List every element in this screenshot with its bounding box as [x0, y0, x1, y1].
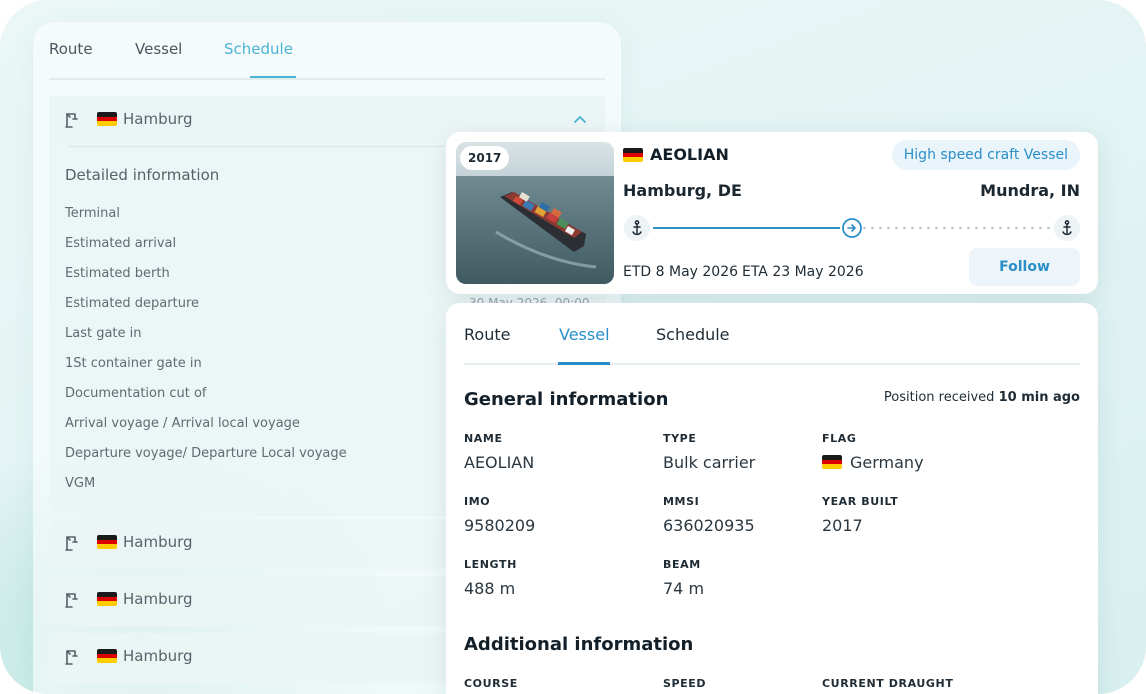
vessel-name: AEOLIAN: [650, 145, 729, 164]
field-label-type: TYPE: [663, 432, 697, 445]
field-label-current-draught: CURRENT DRAUGHT: [822, 677, 954, 690]
crane-icon: [65, 113, 78, 128]
vessel-summary-card: 2017 AEOLIAN High speed craft Vessel Ham…: [446, 132, 1098, 294]
field-value-type: Bulk carrier: [663, 453, 756, 472]
field-label-beam: BEAM: [663, 558, 701, 571]
tab-route[interactable]: Route: [49, 40, 93, 58]
detail-row: Documentation cut of: [65, 386, 207, 401]
detail-row: Departure voyage/ Departure Local voyage: [65, 446, 347, 461]
route-progress: [623, 214, 1081, 242]
crane-icon: [65, 650, 78, 665]
field-value-mmsi: 636020935: [663, 516, 755, 535]
destination-port: Mundra, IN: [980, 181, 1080, 200]
vessel-photo: 2017: [456, 142, 614, 284]
field-label-name: NAME: [464, 432, 503, 445]
field-value-imo: 9580209: [464, 516, 536, 535]
port-name: Hamburg: [123, 533, 193, 551]
arrow-right-circle-icon: [842, 218, 862, 238]
field-label-course: COURSE: [464, 677, 518, 690]
field-value-year-built: 2017: [822, 516, 863, 535]
eta-date: ETA 23 May 2026: [742, 264, 864, 280]
crane-icon: [65, 536, 78, 551]
detail-row: Terminal: [65, 206, 120, 221]
detail-row: Last gate in: [65, 326, 142, 341]
germany-flag-icon: [623, 148, 643, 162]
vessel-details-panel: Route Vessel Schedule General informatio…: [446, 303, 1098, 694]
field-label-flag: FLAG: [822, 432, 857, 445]
port-name: Hamburg: [123, 110, 193, 128]
year-badge: 2017: [460, 146, 510, 170]
field-label-speed: SPEED: [663, 677, 707, 690]
port-name: Hamburg: [123, 590, 193, 608]
germany-flag-icon: [822, 455, 842, 469]
field-label-mmsi: MMSI: [663, 495, 700, 508]
general-info-title: General information: [464, 389, 669, 410]
field-value-name: AEOLIAN: [464, 453, 535, 472]
etd-date: ETD 8 May 2026: [623, 264, 739, 280]
detail-row: Estimated departure: [65, 296, 200, 311]
origin-port: Hamburg, DE: [623, 181, 742, 200]
field-label-imo: IMO: [464, 495, 491, 508]
detail-row: VGM: [65, 476, 96, 491]
detail-row: 1St container gate in: [65, 356, 202, 371]
germany-flag-icon: [97, 649, 117, 663]
port-name: Hamburg: [123, 647, 193, 665]
details-tabs: Route Vessel Schedule: [464, 303, 1080, 365]
chevron-up-icon[interactable]: [573, 114, 587, 124]
crane-icon: [65, 593, 78, 608]
germany-flag-icon: [97, 112, 117, 126]
field-value-beam: 74 m: [663, 579, 705, 598]
detail-title: Detailed information: [65, 166, 220, 184]
tab-vessel[interactable]: Vessel: [135, 40, 182, 58]
position-received: Position received 10 min ago: [883, 390, 1080, 405]
tab-active-indicator: [558, 362, 610, 365]
tab-route[interactable]: Route: [464, 325, 510, 344]
tab-schedule[interactable]: Schedule: [224, 40, 293, 58]
germany-flag-icon: [97, 535, 117, 549]
field-label-length: LENGTH: [464, 558, 517, 571]
additional-info-title: Additional information: [464, 634, 694, 655]
field-label-year-built: YEAR BUILT: [822, 495, 899, 508]
detail-row: Estimated berth: [65, 266, 170, 281]
tab-vessel[interactable]: Vessel: [559, 325, 610, 344]
vessel-type-badge: High speed craft Vessel: [891, 140, 1080, 170]
tab-schedule[interactable]: Schedule: [656, 325, 730, 344]
field-value-flag: Germany: [822, 453, 924, 472]
follow-button[interactable]: Follow: [969, 248, 1080, 286]
detail-row: Estimated arrival: [65, 236, 177, 251]
germany-flag-icon: [97, 592, 117, 606]
field-value-length: 488 m: [464, 579, 516, 598]
detail-row: Arrival voyage / Arrival local voyage: [65, 416, 300, 431]
schedule-tabs: Route Vessel Schedule: [49, 22, 605, 80]
tab-active-indicator: [250, 76, 296, 78]
